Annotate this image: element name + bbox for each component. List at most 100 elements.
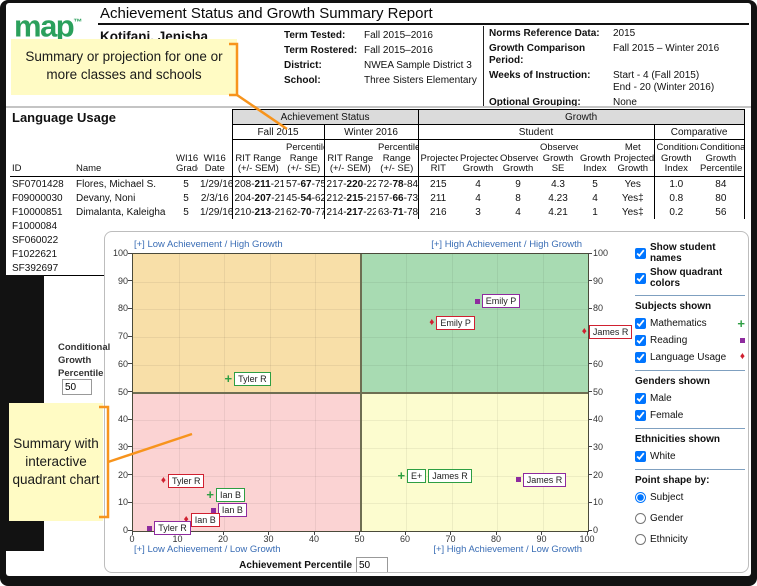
gender-female-row[interactable]: Female	[635, 408, 745, 422]
achievement-percentile-input[interactable]	[356, 557, 388, 573]
cell-name: Devany, Noni	[74, 191, 174, 205]
point-shape-title: Point shape by:	[635, 475, 745, 486]
tick-mark	[405, 531, 406, 535]
chart-point[interactable]: Emily P	[475, 294, 521, 308]
conditional-growth-percentile-input[interactable]	[62, 379, 92, 395]
male-checkbox[interactable]	[635, 393, 646, 404]
cell-rit-fall: 204-207-210	[232, 191, 284, 205]
x-tick-label: 20	[212, 534, 234, 544]
y-tick-label: 70	[105, 331, 128, 341]
reading-checkbox[interactable]	[635, 335, 646, 346]
tick-mark	[496, 531, 497, 535]
col-rit-fall: RIT Range (+/- SEM)	[232, 140, 284, 177]
point-shape-gender-row[interactable]: Gender	[635, 511, 745, 525]
chart-point[interactable]: Tyler R	[147, 521, 191, 535]
chart-point[interactable]: ♦James R	[582, 325, 633, 339]
square-marker-icon[interactable]	[147, 526, 152, 531]
y-tick-label-right: 60	[593, 359, 616, 369]
quadrant-label-bottom-right[interactable]: [+] High Achievement / Low Growth	[433, 544, 582, 555]
cell-id: F10000851	[10, 205, 74, 219]
tick-mark	[132, 531, 133, 535]
tick-mark	[588, 446, 592, 447]
chart-point[interactable]: +Tyler R	[225, 372, 271, 386]
chart-point[interactable]: +Ian B	[206, 488, 245, 502]
cell-met: Yes‡	[612, 191, 654, 205]
tick-mark	[128, 336, 132, 337]
cell-proj-growth: 4	[458, 177, 498, 192]
cell-obs-growth: 9	[498, 177, 538, 192]
quadrant-label-top-right[interactable]: [+] High Achievement / High Growth	[431, 239, 582, 250]
chart-point[interactable]: ♦Emily P	[429, 316, 475, 330]
col-proj-growth: Projected Growth	[458, 140, 498, 177]
tick-mark	[128, 446, 132, 447]
ethnicity-white-row[interactable]: White	[635, 449, 745, 463]
tick-mark	[314, 531, 315, 535]
plus-marker-icon: +	[737, 319, 745, 328]
tick-mark	[128, 474, 132, 475]
norms-ref-value: 2015	[613, 28, 635, 40]
point-label: Ian B	[191, 513, 220, 527]
tick-mark	[587, 531, 588, 535]
show-quadrant-colors-checkbox-row[interactable]: Show quadrant colors	[635, 267, 745, 289]
language-usage-checkbox[interactable]	[635, 352, 646, 363]
square-marker-icon[interactable]	[475, 299, 480, 304]
female-checkbox[interactable]	[635, 410, 646, 421]
cell-rit-winter: 212-215-218	[324, 191, 376, 205]
x-tick-label: 30	[258, 534, 280, 544]
header-bottom-rule	[6, 106, 751, 108]
tick-mark	[588, 280, 592, 281]
show-student-names-checkbox[interactable]	[635, 248, 646, 259]
square-marker-icon[interactable]	[516, 477, 521, 482]
tick-mark	[588, 308, 592, 309]
table-row: F10000851 Dimalanta, Kaleigha 5 1/29/16 …	[10, 205, 744, 219]
cell-obs-se: 4.23	[538, 191, 578, 205]
cell-grade: 5	[174, 191, 198, 205]
quadrant-bottom_right	[361, 393, 589, 532]
mathematics-checkbox[interactable]	[635, 318, 646, 329]
diamond-marker-icon[interactable]: ♦	[161, 477, 166, 485]
district-label: District:	[284, 60, 364, 72]
show-student-names-checkbox-row[interactable]: Show student names	[635, 242, 745, 264]
tick-mark	[588, 502, 592, 503]
chart-point[interactable]: ♦Tyler R	[161, 474, 205, 488]
subject-mathematics-row[interactable]: Mathematics +	[635, 316, 745, 330]
y-tick-label-right: 10	[593, 497, 616, 507]
chart-point[interactable]: James R	[516, 473, 567, 487]
diamond-marker-icon[interactable]: ♦	[582, 328, 587, 336]
term-tested-value: Fall 2015–2016	[364, 30, 433, 42]
subject-language-usage-row[interactable]: Language Usage ♦	[635, 350, 745, 364]
x-tick-label: 0	[121, 534, 143, 544]
ethnicity-radio[interactable]	[635, 534, 646, 545]
plus-marker-icon[interactable]: +	[397, 471, 405, 480]
point-shape-subject-row[interactable]: Subject	[635, 490, 745, 504]
tick-mark	[588, 474, 592, 475]
genders-shown-title: Genders shown	[635, 376, 745, 387]
table-row: SF0701428 Flores, Michael S. 5 1/29/16 2…	[10, 177, 744, 192]
subject-reading-row[interactable]: Reading	[635, 333, 745, 347]
diamond-marker-icon[interactable]: ♦	[429, 319, 434, 327]
cell-growth-index: 5	[578, 177, 612, 192]
gender-male-row[interactable]: Male	[635, 391, 745, 405]
white-checkbox[interactable]	[635, 451, 646, 462]
y-tick-label-right: 100	[593, 248, 616, 258]
point-label: E+	[407, 469, 426, 483]
cell-cgi: 0.8	[654, 191, 698, 205]
x-tick-label: 90	[531, 534, 553, 544]
show-quadrant-colors-checkbox[interactable]	[635, 273, 646, 284]
subject-radio[interactable]	[635, 492, 646, 503]
tick-mark	[359, 531, 360, 535]
cell-cgp: 80	[698, 191, 744, 205]
point-shape-ethnicity-row[interactable]: Ethnicity	[635, 532, 745, 546]
point-label: Ian B	[218, 503, 247, 517]
cell-met: Yes‡	[612, 205, 654, 219]
plus-marker-icon[interactable]: +	[225, 374, 233, 383]
gender-radio[interactable]	[635, 513, 646, 524]
quadrant-label-top-left[interactable]: [+] Low Achievement / High Growth	[134, 239, 283, 250]
x-axis-label: Achievement Percentile	[205, 560, 352, 571]
plus-marker-icon[interactable]: +	[206, 490, 214, 499]
cell-pct-winter: 57-66-73	[376, 191, 418, 205]
chart-point[interactable]: +E+James R	[397, 469, 471, 483]
cell-name: Flores, Michael S.	[74, 177, 174, 192]
quadrant-label-bottom-left[interactable]: [+] Low Achievement / Low Growth	[134, 544, 281, 555]
point-label: Emily P	[436, 316, 475, 330]
